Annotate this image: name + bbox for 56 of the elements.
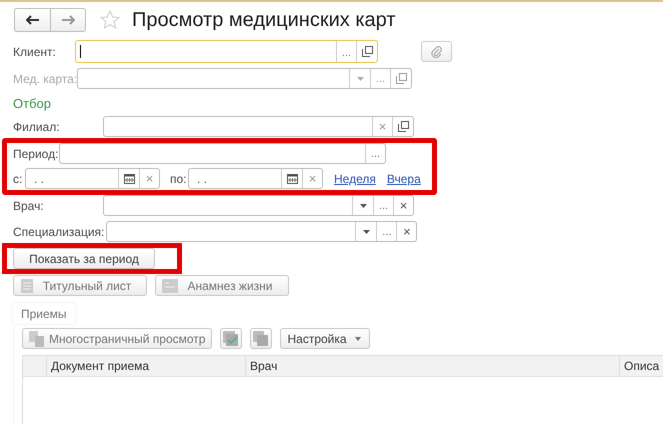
card-icon	[162, 278, 178, 292]
show-period-button[interactable]: Показать за период	[13, 248, 155, 269]
document-icon	[20, 278, 34, 292]
history-button[interactable]: Анамнез жизни	[155, 275, 289, 296]
back-button[interactable]	[14, 8, 50, 32]
calendar-icon	[124, 173, 134, 184]
caret-icon	[354, 336, 361, 340]
specialization-field[interactable]: ... ×	[106, 221, 418, 242]
field-label: Филиал:	[13, 120, 61, 134]
window-icon	[362, 46, 372, 57]
clear-button[interactable]: ×	[396, 222, 416, 241]
left-arrow-icon	[26, 15, 40, 25]
settings-button[interactable]: Настройка	[280, 328, 370, 349]
star-icon[interactable]	[100, 10, 120, 30]
window-title: Просмотр медицинских карт	[132, 8, 396, 32]
field-label: с:	[13, 172, 24, 186]
check-icon[interactable]	[220, 328, 242, 349]
choice-button[interactable]: ...	[373, 196, 393, 215]
client-field[interactable]: ...	[75, 40, 378, 63]
clear-button[interactable]: ×	[393, 196, 413, 215]
period-link[interactable]: Неделя	[334, 172, 376, 186]
title-page-button[interactable]: Титульный лист	[13, 275, 147, 296]
choice-button[interactable]: ...	[365, 144, 385, 163]
field-label: по:	[170, 172, 188, 186]
paperclip-icon	[430, 44, 442, 58]
clear-button[interactable]: ×	[302, 169, 322, 188]
caret-icon	[356, 76, 364, 80]
field-label: Мед. карта:	[13, 72, 77, 86]
field-label: Врач:	[13, 198, 45, 212]
text-cursor	[80, 45, 81, 58]
date-field[interactable]: . . ×	[188, 168, 323, 189]
choice-button[interactable]: ...	[376, 222, 396, 241]
column-header[interactable]: Врач	[245, 356, 619, 376]
field-label: Период:	[13, 146, 59, 160]
period-field[interactable]: ...	[59, 143, 386, 164]
section-heading: Отбор	[13, 96, 52, 113]
window-icon	[396, 73, 406, 84]
choice-button[interactable]: ...	[336, 41, 356, 62]
doctor-field[interactable]: ... ×	[103, 195, 414, 216]
date-field[interactable]: . . ×	[25, 168, 160, 189]
multipage-view-button[interactable]: Многостраничный просмотр	[22, 328, 212, 349]
pages-icon	[29, 330, 45, 346]
clear-button[interactable]: ×	[372, 117, 392, 136]
tab[interactable]: Приемы	[13, 303, 75, 324]
field-label: Клиент:	[13, 44, 57, 58]
field-label: Специализация:	[13, 224, 106, 238]
branch-field[interactable]: ×	[103, 116, 414, 137]
column-header[interactable]: Документ приема	[46, 356, 245, 376]
caret-icon	[360, 204, 366, 208]
column-header[interactable]: Описа	[619, 356, 663, 376]
caret-icon	[362, 230, 370, 234]
right-arrow-icon	[61, 15, 75, 25]
calendar-icon	[286, 173, 298, 184]
clear-button[interactable]: ×	[139, 169, 159, 188]
period-link[interactable]: Вчера	[386, 172, 421, 186]
window-icon	[398, 121, 408, 132]
